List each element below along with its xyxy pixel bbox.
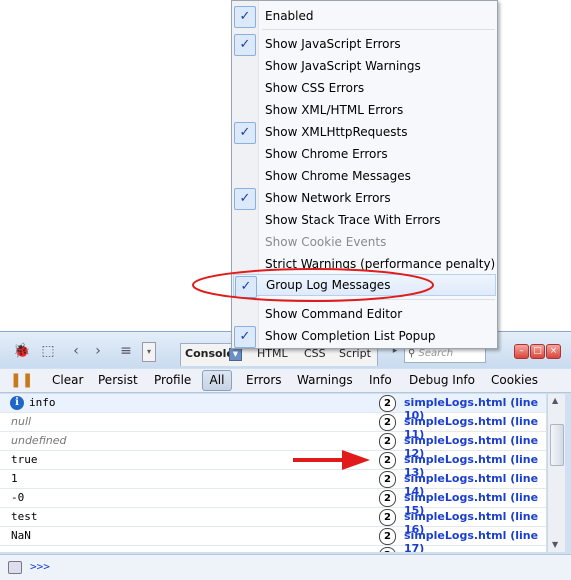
red-arrow-annotation — [293, 450, 370, 470]
